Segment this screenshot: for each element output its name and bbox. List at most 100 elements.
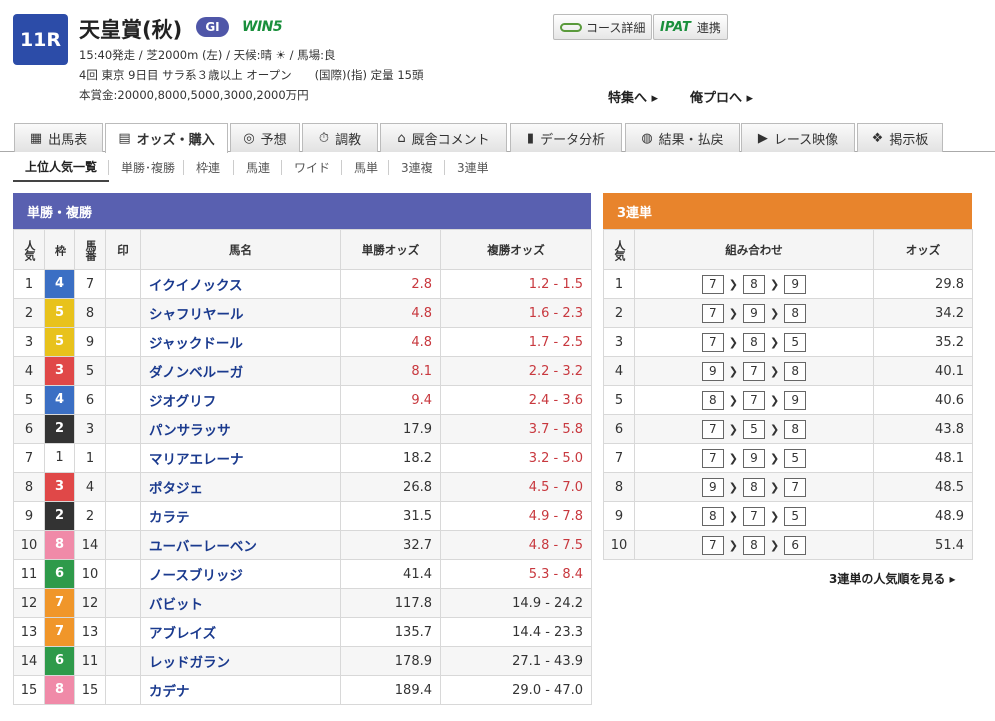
- subtab-1[interactable]: 単勝･複勝: [121, 152, 175, 182]
- tab-data-analysis[interactable]: ▮ データ分析: [510, 123, 622, 152]
- frame-cell: 2: [44, 414, 75, 444]
- frame-cell: 6: [44, 646, 75, 676]
- mark-cell[interactable]: [105, 501, 141, 531]
- table-row: 11 6 10 ノースブリッジ 41.4 5.3 - 8.4: [13, 559, 592, 589]
- horse-name-link[interactable]: パンサラッサ: [149, 423, 231, 439]
- place-odds: 4.9 - 7.8: [440, 501, 592, 531]
- horse-name-link[interactable]: ユーバーレーベン: [149, 539, 257, 555]
- trifecta-odds: 35.2: [873, 327, 973, 357]
- mark-cell[interactable]: [105, 472, 141, 502]
- horse-name-link[interactable]: ダノンベルーガ: [149, 365, 243, 381]
- trifecta-more-link[interactable]: 3連単の人気順を見る ▸: [829, 570, 956, 587]
- frame-cell: 8: [44, 675, 75, 705]
- subtab-2[interactable]: 枠連: [196, 152, 220, 182]
- mark-cell[interactable]: [105, 269, 141, 299]
- mark-cell[interactable]: [105, 443, 141, 473]
- subtab-3[interactable]: 馬連: [246, 152, 270, 182]
- mark-cell[interactable]: [105, 617, 141, 647]
- table-row: 6 7 ❯ 5 ❯ 8 43.8: [603, 414, 973, 444]
- popularity-rank: 14: [13, 646, 45, 676]
- place-odds: 27.1 - 43.9: [440, 646, 592, 676]
- mark-cell[interactable]: [105, 298, 141, 328]
- mark-cell[interactable]: [105, 414, 141, 444]
- popularity-rank: 3: [603, 327, 635, 357]
- horse-name-link[interactable]: アブレイズ: [149, 626, 216, 642]
- table-row: 4 3 5 ダノンベルーガ 8.1 2.2 - 3.2: [13, 356, 592, 386]
- subtab-5[interactable]: 馬単: [354, 152, 378, 182]
- frame-cell: 1: [44, 443, 75, 473]
- tab-training[interactable]: ⏱ 調教: [302, 123, 378, 152]
- subtab-6[interactable]: 3連複: [401, 152, 433, 182]
- table-row: 10 8 14 ユーバーレーベン 32.7 4.8 - 7.5: [13, 530, 592, 560]
- horse-name-link[interactable]: ノースブリッジ: [149, 568, 243, 584]
- frame-number: 2: [45, 415, 74, 443]
- tokushu-link[interactable]: 特集へ ▸: [608, 87, 658, 106]
- combination-cell: 9 ❯ 8 ❯ 7: [634, 472, 874, 502]
- win-odds: 178.9: [340, 646, 441, 676]
- horse-name-link[interactable]: ポタジェ: [149, 481, 203, 497]
- frame-number: 4: [45, 386, 74, 414]
- win-odds: 26.8: [340, 472, 441, 502]
- subtab-7[interactable]: 3連単: [457, 152, 489, 182]
- frame-cell: 4: [44, 269, 75, 299]
- horse-name-cell: パンサラッサ: [140, 414, 341, 444]
- horse-name-cell: カデナ: [140, 675, 341, 705]
- horse-name-cell: レッドガラン: [140, 646, 341, 676]
- frame-number: 7: [45, 589, 74, 617]
- subtab-4[interactable]: ワイド: [294, 152, 330, 182]
- horse-number: 6: [74, 385, 106, 415]
- popularity-rank: 5: [603, 385, 635, 415]
- trifecta-odds: 48.5: [873, 472, 973, 502]
- arrow-right-icon: ❯: [728, 306, 738, 320]
- ipat-link-button[interactable]: IPAT 連携: [653, 14, 728, 40]
- orepro-link[interactable]: 俺プロへ ▸: [690, 87, 753, 106]
- mark-cell[interactable]: [105, 327, 141, 357]
- tab-bbs[interactable]: ❖ 掲示板: [857, 123, 943, 152]
- frame-number: 8: [45, 531, 74, 559]
- subtab-divider: [233, 160, 234, 175]
- horse-name-link[interactable]: レッドガラン: [149, 655, 230, 671]
- horse-number-box: 7: [701, 535, 724, 555]
- tab-odds[interactable]: ▤ オッズ・購入: [105, 123, 228, 153]
- horse-name-link[interactable]: マリアエレーナ: [149, 452, 244, 468]
- col-popularity: 人気: [13, 229, 45, 270]
- subtab-0[interactable]: 上位人気一覧: [13, 152, 110, 182]
- table-row: 3 5 9 ジャックドール 4.8 1.7 - 2.5: [13, 327, 592, 357]
- horse-name-link[interactable]: ジオグリフ: [149, 394, 216, 410]
- horse-number: 10: [74, 559, 106, 589]
- place-odds: 29.0 - 47.0: [440, 675, 592, 705]
- popularity-rank: 2: [603, 298, 635, 328]
- frame-cell: 7: [44, 617, 75, 647]
- arrow-right-icon: ❯: [770, 509, 780, 523]
- tab-entries[interactable]: ▦ 出馬表: [14, 123, 103, 152]
- horse-number-box: 7: [743, 506, 765, 526]
- horse-name-link[interactable]: ジャックドール: [149, 336, 243, 352]
- subtab-divider: [183, 160, 184, 175]
- place-odds: 14.9 - 24.2: [440, 588, 592, 618]
- mark-cell[interactable]: [105, 530, 141, 560]
- horse-number-box: 7: [743, 390, 765, 410]
- horse-name-link[interactable]: イクイノックス: [149, 278, 243, 294]
- mark-cell[interactable]: [105, 559, 141, 589]
- horse-name-link[interactable]: シャフリヤール: [149, 307, 244, 323]
- tab-results[interactable]: ◍ 結果・払戻: [625, 123, 740, 152]
- mark-cell[interactable]: [105, 588, 141, 618]
- mark-cell[interactable]: [105, 675, 141, 705]
- tab-label: 出馬表: [48, 132, 88, 148]
- table-row: 6 2 3 パンサラッサ 17.9 3.7 - 5.8: [13, 414, 592, 444]
- subtab-divider: [108, 160, 109, 175]
- table-row: 14 6 11 レッドガラン 178.9 27.1 - 43.9: [13, 646, 592, 676]
- horse-name-link[interactable]: カデナ: [149, 684, 190, 700]
- horse-name-cell: カラテ: [140, 501, 341, 531]
- popularity-rank: 9: [13, 501, 45, 531]
- horse-name-link[interactable]: バビット: [149, 597, 203, 613]
- tab-stable-comment[interactable]: ⌂ 厩舎コメント: [380, 123, 507, 152]
- course-detail-button[interactable]: コース詳細: [553, 14, 653, 40]
- tab-race-video[interactable]: ▶ レース映像: [741, 123, 855, 152]
- horse-name-link[interactable]: カラテ: [149, 510, 190, 526]
- mark-cell[interactable]: [105, 356, 141, 386]
- mark-cell[interactable]: [105, 646, 141, 676]
- tab-prediction[interactable]: ◎ 予想: [230, 123, 300, 152]
- frame-cell: 8: [44, 530, 75, 560]
- mark-cell[interactable]: [105, 385, 141, 415]
